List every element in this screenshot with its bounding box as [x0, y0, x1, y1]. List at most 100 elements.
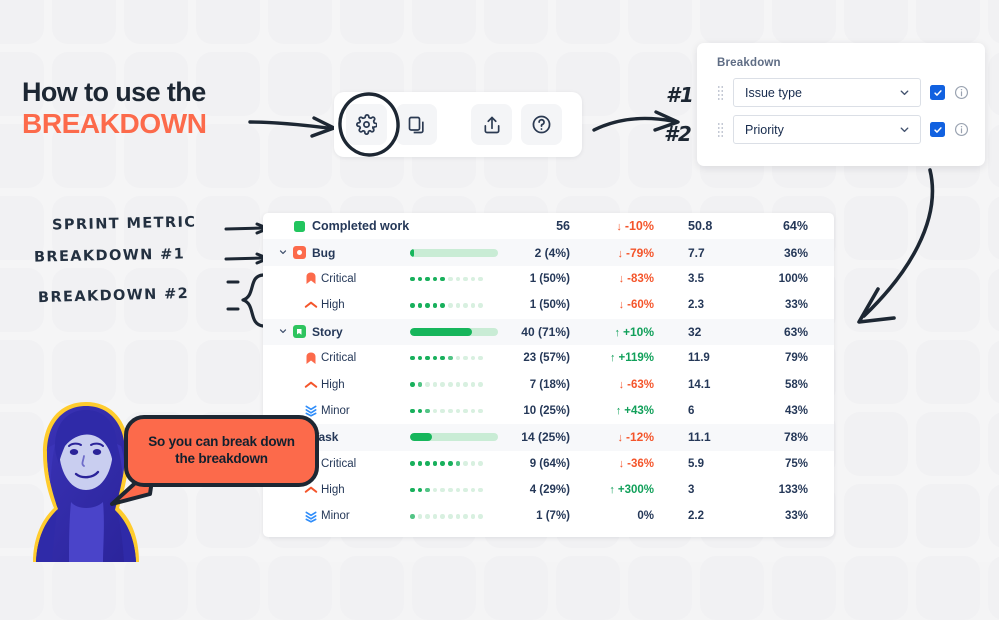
- breakdown-checkbox-2[interactable]: [930, 122, 945, 137]
- progress-dot: [455, 408, 461, 414]
- row-change: ↑ +300%: [586, 484, 682, 496]
- priority-high-icon: [304, 302, 318, 309]
- row-average: 32: [688, 324, 702, 339]
- expand-caret-icon[interactable]: [276, 326, 289, 338]
- progress-dot: [432, 514, 438, 519]
- progress-dot: [410, 461, 415, 466]
- progress-dot: [470, 355, 476, 361]
- duplicate-button[interactable]: [396, 104, 437, 145]
- row-average: 2.2: [688, 510, 704, 523]
- background-tile: [52, 0, 116, 44]
- arrow-down-icon: ↓: [617, 247, 623, 260]
- background-tile: [340, 0, 404, 44]
- row-label: Critical: [321, 457, 357, 470]
- drag-handle-icon[interactable]: [717, 121, 724, 138]
- priority-high-icon: [301, 380, 321, 390]
- gear-icon: [356, 114, 377, 135]
- progress-dot: [463, 487, 468, 493]
- toolbar-card: [334, 92, 582, 157]
- progress-dot: [478, 487, 483, 493]
- progress-dot: [470, 487, 476, 493]
- speech-bubble: So you can break down the breakdown: [124, 415, 319, 487]
- breakdown-select-2[interactable]: Priority: [733, 115, 921, 144]
- background-tile: [196, 484, 260, 548]
- background-tile: [556, 0, 620, 44]
- share-button[interactable]: [471, 104, 512, 145]
- progress-dot: [447, 355, 453, 361]
- table-row[interactable]: Critical 9 (64%) ↓ -36% 5.9 75%: [263, 451, 834, 477]
- progress-cell: [410, 487, 508, 493]
- table-row[interactable]: Completed work 56 ↓ -10% 50.8 64%: [263, 213, 834, 239]
- progress-dot: [447, 408, 453, 414]
- background-tile: [988, 0, 999, 44]
- hash-label-1: #1: [666, 83, 694, 107]
- breakdown-checkbox-1[interactable]: [930, 85, 945, 100]
- annotation-tick-marks: [226, 280, 240, 311]
- row-average: 14.1: [688, 378, 711, 391]
- table-row[interactable]: Story 40 (71%) ↑ +10% 32 63%: [263, 318, 834, 345]
- progress-dot: [440, 303, 445, 308]
- settings-button[interactable]: [346, 104, 387, 145]
- table-row[interactable]: High 4 (29%) ↑ +300% 3 133%: [263, 477, 834, 503]
- progress-cell: [410, 276, 508, 282]
- breakdown-row-1: Issue type: [717, 78, 969, 107]
- progress-dot: [410, 408, 415, 414]
- background-tile: [988, 124, 999, 188]
- table-row[interactable]: High 7 (18%) ↓ -63% 14.1 58%: [263, 371, 834, 397]
- progress-dot: [470, 382, 476, 387]
- help-button[interactable]: [521, 104, 562, 145]
- background-tile: [556, 556, 620, 620]
- breakdown-select-2-value: Priority: [745, 122, 784, 137]
- info-icon-1[interactable]: [954, 85, 969, 100]
- row-change-value: +43%: [624, 404, 654, 417]
- progress-dot: [440, 408, 445, 414]
- background-tile: [772, 0, 836, 44]
- background-tile: [0, 556, 44, 620]
- breakdown-row-2: Priority: [717, 115, 969, 144]
- background-tile: [988, 268, 999, 332]
- progress-cell: [410, 408, 508, 414]
- background-tile: [412, 556, 476, 620]
- progress-bar-fill: [410, 327, 473, 336]
- expand-caret-icon[interactable]: [276, 247, 289, 259]
- row-value: 14 (25%): [521, 430, 570, 445]
- background-tile: [52, 340, 116, 404]
- bubble-line-1: So you can break down: [148, 434, 295, 450]
- arrow-down-icon: ↓: [618, 272, 625, 285]
- progress-dot: [432, 408, 438, 414]
- check-icon: [933, 89, 942, 96]
- progress-bar: [410, 327, 498, 336]
- background-tile: [0, 340, 44, 404]
- progress-dot: [455, 303, 461, 308]
- page-title: How to use the BREAKDOWN: [22, 77, 272, 140]
- bug-icon: [289, 246, 309, 260]
- row-label: High: [321, 484, 345, 497]
- breakdown-table: Completed work 56 ↓ -10% 50.8 64% Bug 2 (4%) ↓ -7…: [263, 213, 834, 537]
- progress-dot: [417, 487, 423, 493]
- info-icon-2[interactable]: [954, 122, 969, 137]
- background-tile: [916, 412, 980, 476]
- breakdown-select-1[interactable]: Issue type: [733, 78, 921, 107]
- table-row[interactable]: Task 14 (25%) ↓ -12% 11.1 78%: [263, 424, 834, 451]
- table-row[interactable]: Minor 10 (25%) ↑ +43% 6 43%: [263, 398, 834, 424]
- progress-bar: [410, 433, 498, 442]
- progress-dot: [463, 355, 468, 361]
- priority-critical-icon: [306, 352, 316, 364]
- arrow-up-icon: ↑: [609, 484, 615, 497]
- row-change-value: -79%: [625, 245, 654, 260]
- row-change: ↓ -60%: [586, 299, 682, 311]
- table-row[interactable]: Minor 1 (7%) 0% 2.2 33%: [263, 503, 834, 529]
- table-row[interactable]: Critical 1 (50%) ↓ -83% 3.5 100%: [263, 266, 834, 292]
- table-row[interactable]: High 1 (50%) ↓ -60% 2.3 33%: [263, 292, 834, 318]
- background-tile: [700, 556, 764, 620]
- progress-dot: [470, 461, 476, 466]
- drag-handle-icon[interactable]: [717, 84, 724, 101]
- priority-critical-icon: [301, 272, 321, 285]
- background-tile: [844, 412, 908, 476]
- row-label: Completed work: [312, 219, 410, 234]
- progress-dot: [432, 276, 438, 282]
- table-row[interactable]: Critical 23 (57%) ↑ +119% 11.9 79%: [263, 345, 834, 371]
- progress-bar-fill: [410, 248, 414, 257]
- background-tile: [484, 0, 548, 44]
- table-row[interactable]: Bug 2 (4%) ↓ -79% 7.7 36%: [263, 239, 834, 266]
